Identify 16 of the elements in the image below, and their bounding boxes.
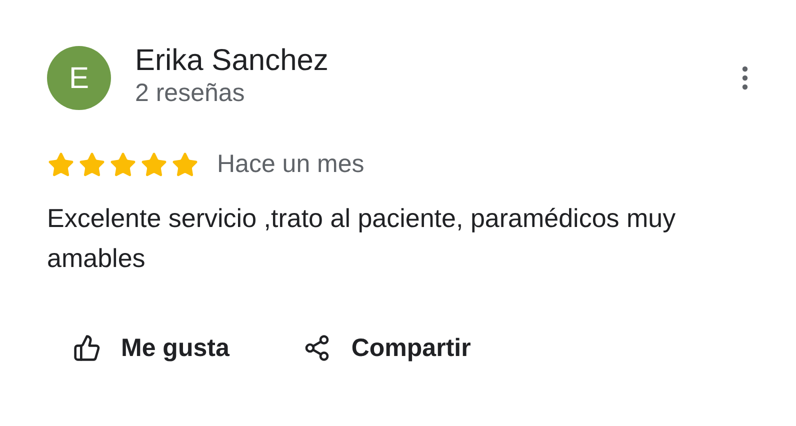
star-icon xyxy=(140,150,168,179)
star-icon xyxy=(171,150,199,179)
share-button[interactable]: Compartir xyxy=(303,330,471,367)
author-name: Erika Sanchez xyxy=(135,45,328,77)
star-icon xyxy=(78,150,106,179)
avatar: E xyxy=(47,46,111,110)
review-text: Excelente servicio ,trato al paciente, paramédicos muy amables xyxy=(47,202,677,274)
review-time: Hace un mes xyxy=(217,149,364,180)
like-button[interactable]: Me gusta xyxy=(73,330,230,367)
more-options-icon xyxy=(742,66,748,90)
thumbs-up-icon xyxy=(73,334,101,362)
star-icon xyxy=(109,150,137,179)
more-options-button[interactable] xyxy=(742,66,748,90)
review-count: 2 reseñas xyxy=(135,78,246,109)
share-icon xyxy=(303,334,332,362)
star-icon xyxy=(47,150,75,179)
